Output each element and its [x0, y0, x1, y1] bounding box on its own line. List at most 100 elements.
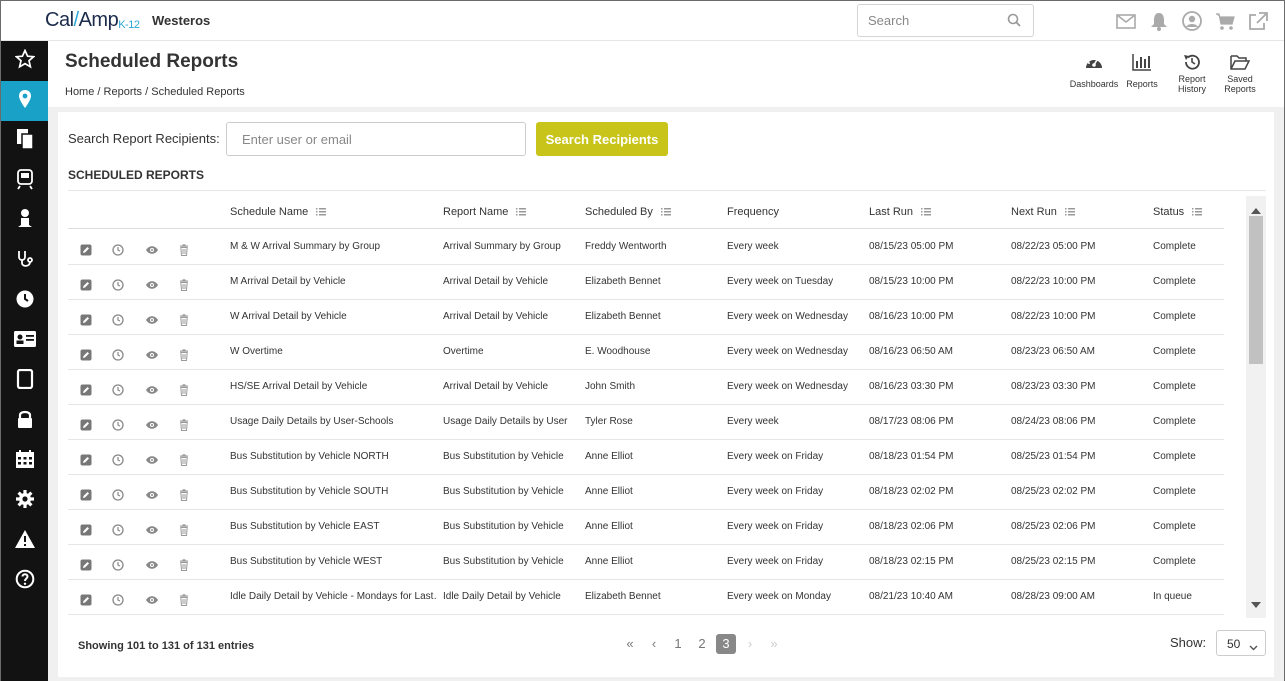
eye-icon[interactable]: [145, 313, 158, 325]
breadcrumb-reports[interactable]: Reports: [104, 86, 143, 98]
sidebar-item-ids[interactable]: [1, 321, 48, 361]
sort-icon[interactable]: [1192, 207, 1203, 219]
clock-icon[interactable]: [112, 278, 124, 291]
eye-icon[interactable]: [145, 558, 158, 570]
sidebar-item-health[interactable]: [1, 241, 48, 281]
eye-icon[interactable]: [145, 488, 158, 500]
trash-icon[interactable]: [178, 593, 190, 606]
eye-icon[interactable]: [145, 418, 158, 430]
sort-icon[interactable]: [1064, 207, 1075, 219]
quicknav-saved-reports[interactable]: Saved Reports: [1220, 53, 1260, 94]
trash-icon[interactable]: [178, 383, 190, 396]
eye-icon[interactable]: [145, 348, 158, 360]
mail-icon[interactable]: [1115, 11, 1137, 31]
search-icon[interactable]: [1007, 13, 1021, 32]
user-icon[interactable]: [1181, 11, 1203, 31]
clock-icon[interactable]: [112, 348, 124, 361]
sort-icon[interactable]: [921, 207, 932, 219]
calamp-logo[interactable]: Cal/AmpK-12: [45, 9, 140, 32]
clock-icon[interactable]: [112, 313, 124, 326]
edit-icon[interactable]: [80, 488, 92, 501]
sidebar-item-devices[interactable]: [1, 361, 48, 401]
bell-icon[interactable]: [1148, 11, 1170, 31]
eye-icon[interactable]: [145, 243, 158, 255]
table-row[interactable]: Bus Substitution by Vehicle WEST Bus Subs…: [68, 545, 1224, 580]
cart-icon[interactable]: [1214, 11, 1236, 31]
eye-icon[interactable]: [145, 383, 158, 395]
edit-icon[interactable]: [80, 348, 92, 361]
clock-icon[interactable]: [112, 243, 124, 256]
clock-icon[interactable]: [112, 453, 124, 466]
recipient-search-input[interactable]: [226, 122, 526, 156]
scroll-down-icon[interactable]: [1251, 595, 1261, 613]
column-header-report-name[interactable]: Report Name: [443, 206, 527, 219]
edit-icon[interactable]: [80, 278, 92, 291]
scrollbar-thumb[interactable]: [1249, 216, 1263, 364]
column-header-next-run[interactable]: Next Run: [1011, 206, 1075, 219]
sort-icon[interactable]: [660, 207, 671, 219]
sidebar-item-favorites[interactable]: [1, 41, 48, 81]
table-row[interactable]: Bus Substitution by Vehicle EAST Bus Subs…: [68, 510, 1224, 545]
sidebar-item-settings[interactable]: [1, 481, 48, 521]
edit-icon[interactable]: [80, 313, 92, 326]
table-row[interactable]: Usage Daily Details by User-Schools Usage…: [68, 405, 1224, 440]
global-search[interactable]: [857, 4, 1034, 37]
external-link-icon[interactable]: [1247, 11, 1269, 31]
breadcrumb-home[interactable]: Home: [65, 86, 94, 98]
table-row[interactable]: Bus Substitution by Vehicle NORTH Bus Sub…: [68, 440, 1224, 475]
page-3-current[interactable]: 3: [716, 634, 736, 654]
edit-icon[interactable]: [80, 453, 92, 466]
trash-icon[interactable]: [178, 523, 190, 536]
eye-icon[interactable]: [145, 593, 158, 605]
eye-icon[interactable]: [145, 523, 158, 535]
sidebar-item-calendar[interactable]: [1, 441, 48, 481]
clock-icon[interactable]: [112, 523, 124, 536]
clock-icon[interactable]: [112, 383, 124, 396]
edit-icon[interactable]: [80, 243, 92, 256]
table-row[interactable]: W Arrival Detail by Vehicle Arrival Detai…: [68, 300, 1224, 335]
table-row[interactable]: M & W Arrival Summary by Group Arrival Su…: [68, 230, 1224, 265]
page-2[interactable]: 2: [690, 634, 714, 654]
table-row[interactable]: Bus Substitution by Vehicle SOUTH Bus Sub…: [68, 475, 1224, 510]
trash-icon[interactable]: [178, 243, 190, 256]
table-row[interactable]: M Arrival Detail by Vehicle Arrival Detai…: [68, 265, 1224, 300]
edit-icon[interactable]: [80, 523, 92, 536]
trash-icon[interactable]: [178, 278, 190, 291]
trash-icon[interactable]: [178, 348, 190, 361]
first-page-icon[interactable]: «: [618, 634, 642, 654]
trash-icon[interactable]: [178, 453, 190, 466]
clock-icon[interactable]: [112, 418, 124, 431]
edit-icon[interactable]: [80, 558, 92, 571]
page-1[interactable]: 1: [666, 634, 690, 654]
table-row[interactable]: W Overtime Overtime E. Woodhouse Every week…: [68, 335, 1224, 370]
table-row[interactable]: Idle Daily Detail by Vehicle - Mondays f…: [68, 580, 1224, 615]
sidebar-item-transit[interactable]: [1, 161, 48, 201]
clock-icon[interactable]: [112, 488, 124, 501]
column-header-last-run[interactable]: Last Run: [869, 206, 932, 219]
eye-icon[interactable]: [145, 278, 158, 290]
sidebar-item-documents[interactable]: [1, 121, 48, 161]
eye-icon[interactable]: [145, 453, 158, 465]
table-scrollbar[interactable]: [1246, 196, 1266, 618]
clock-icon[interactable]: [112, 593, 124, 606]
sort-icon[interactable]: [316, 207, 327, 219]
column-header-frequency[interactable]: Frequency: [727, 206, 779, 218]
quicknav-reports[interactable]: Reports: [1124, 53, 1160, 89]
search-input[interactable]: [868, 13, 1003, 28]
trash-icon[interactable]: [178, 558, 190, 571]
sidebar-item-security[interactable]: [1, 401, 48, 441]
quicknav-dashboards[interactable]: Dashboards: [1069, 53, 1119, 89]
sidebar-item-students[interactable]: [1, 201, 48, 241]
sort-icon[interactable]: [516, 207, 527, 219]
edit-icon[interactable]: [80, 383, 92, 396]
sidebar-item-alerts[interactable]: [1, 521, 48, 561]
search-recipients-button[interactable]: Search Recipients: [536, 122, 668, 156]
edit-icon[interactable]: [80, 593, 92, 606]
prev-page-icon[interactable]: ‹: [642, 634, 666, 654]
sidebar-item-help[interactable]: [1, 561, 48, 601]
trash-icon[interactable]: [178, 313, 190, 326]
quicknav-report-history[interactable]: Report History: [1172, 53, 1212, 94]
clock-icon[interactable]: [112, 558, 124, 571]
column-header-scheduled-by[interactable]: Scheduled By: [585, 206, 671, 219]
trash-icon[interactable]: [178, 418, 190, 431]
